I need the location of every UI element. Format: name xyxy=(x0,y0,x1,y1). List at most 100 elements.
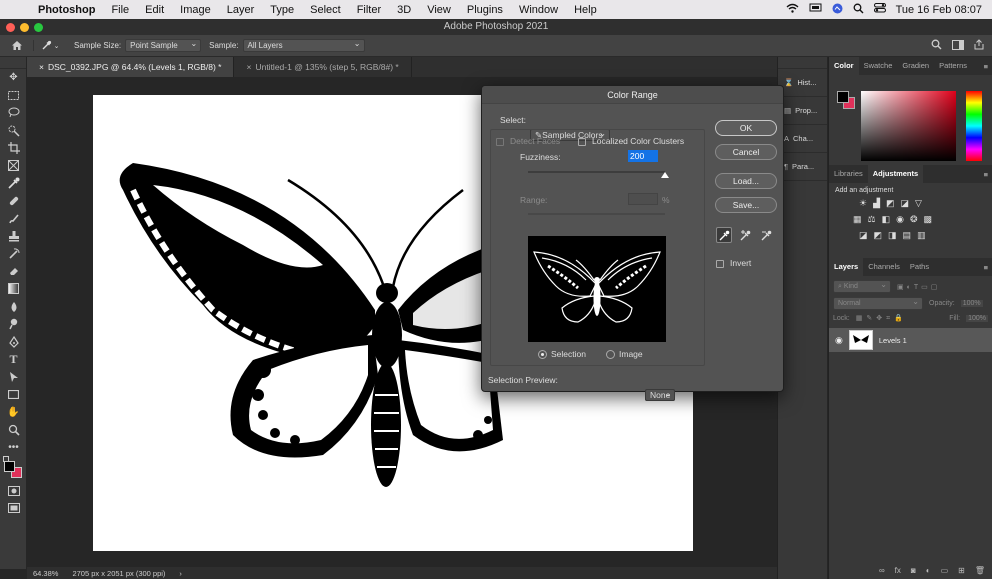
tab-untitled-1[interactable]: × Untitled-1 @ 135% (step 5, RGB/8#) * xyxy=(234,57,412,77)
rectangle-tool-icon[interactable] xyxy=(0,386,27,404)
close-window-icon[interactable] xyxy=(6,23,15,32)
load-button[interactable]: Load... xyxy=(715,173,777,189)
tab-swatches[interactable]: Swatche xyxy=(859,57,898,75)
invert-checkbox[interactable]: Invert xyxy=(716,258,751,268)
visibility-eye-icon[interactable]: ◉ xyxy=(835,335,843,346)
foreground-color-swatch[interactable] xyxy=(4,461,15,473)
move-tool-icon[interactable]: ✥ xyxy=(0,69,27,87)
photo-filter-icon[interactable]: ◉ xyxy=(896,214,904,225)
save-button[interactable]: Save... xyxy=(715,197,777,213)
tab-gradients[interactable]: Gradien xyxy=(897,57,934,75)
layer-filter-kind[interactable]: ⌕ Kind xyxy=(833,279,891,293)
menu-plugins[interactable]: Plugins xyxy=(459,4,511,16)
dock-paragraph[interactable]: ¶ Para... xyxy=(778,153,827,181)
dock-properties[interactable]: ▤ Prop... xyxy=(778,97,827,125)
color-balance-icon[interactable]: ⚖ xyxy=(868,214,876,225)
control-center-icon[interactable] xyxy=(873,3,886,16)
sample-size-select[interactable]: Point Sample xyxy=(125,38,202,52)
search-icon[interactable] xyxy=(931,39,942,52)
menu-help[interactable]: Help xyxy=(566,4,605,16)
tab-color[interactable]: Color xyxy=(829,57,859,75)
layer-name[interactable]: Levels 1 xyxy=(879,336,907,345)
color-field[interactable] xyxy=(861,91,956,161)
share-icon[interactable] xyxy=(974,39,984,52)
levels-icon[interactable]: ▟ xyxy=(873,198,880,209)
dock-character[interactable]: A Cha... xyxy=(778,125,827,153)
tab-close-icon[interactable]: × xyxy=(39,62,44,72)
minimize-window-icon[interactable] xyxy=(20,23,29,32)
selection-preview-select[interactable]: None xyxy=(644,389,676,401)
hue-slider[interactable] xyxy=(966,91,982,161)
tab-libraries[interactable]: Libraries xyxy=(829,165,868,183)
panel-menu-icon[interactable]: ≡ xyxy=(984,263,992,272)
new-layer-icon[interactable]: ⊞ xyxy=(958,566,965,575)
healing-brush-tool-icon[interactable] xyxy=(0,192,27,210)
more-tools-icon[interactable]: ••• xyxy=(0,438,27,456)
curves-icon[interactable]: ◩ xyxy=(886,198,895,209)
color-lookup-icon[interactable]: ▩ xyxy=(924,214,933,225)
path-selection-tool-icon[interactable] xyxy=(0,368,27,386)
sample-select[interactable]: All Layers xyxy=(242,38,365,52)
menu-app-name[interactable]: Photoshop xyxy=(30,4,103,16)
exposure-icon[interactable]: ◪ xyxy=(901,198,910,209)
user-icon[interactable] xyxy=(832,3,843,17)
tab-patterns[interactable]: Patterns xyxy=(934,57,972,75)
zoom-tool-icon[interactable] xyxy=(0,421,27,439)
gradient-map-icon[interactable]: ▤ xyxy=(903,230,912,241)
eyedropper-icon[interactable] xyxy=(716,227,732,243)
workspace-icon[interactable] xyxy=(952,39,964,52)
panel-menu-icon[interactable]: ≡ xyxy=(984,62,992,71)
add-mask-icon[interactable]: ◙ xyxy=(911,566,916,575)
marquee-tool-icon[interactable] xyxy=(0,87,27,105)
blur-tool-icon[interactable] xyxy=(0,298,27,316)
posterize-icon[interactable]: ◩ xyxy=(874,230,883,241)
menu-image[interactable]: Image xyxy=(172,4,219,16)
status-arrow-icon[interactable]: › xyxy=(179,569,182,578)
fx-icon[interactable]: fx xyxy=(895,566,901,575)
eyedropper-minus-icon[interactable] xyxy=(759,227,775,243)
dodge-tool-icon[interactable] xyxy=(0,315,27,333)
fg-color-chip[interactable] xyxy=(837,91,849,103)
tab-adjustments[interactable]: Adjustments xyxy=(867,165,924,183)
filter-icons[interactable]: ▣◐T▭▢ xyxy=(897,283,940,291)
layer-row[interactable]: ◉ Levels 1 xyxy=(829,328,992,352)
eyedropper-tool-preset-icon[interactable]: ⌄ xyxy=(34,40,66,51)
home-icon[interactable] xyxy=(0,40,34,51)
blend-mode-select[interactable]: Normal xyxy=(833,296,923,310)
eyedropper-tool-icon[interactable] xyxy=(0,175,27,193)
menu-view[interactable]: View xyxy=(419,4,459,16)
tab-paths[interactable]: Paths xyxy=(905,258,934,276)
tab-channels[interactable]: Channels xyxy=(863,258,905,276)
tab-dsc-0392[interactable]: × DSC_0392.JPG @ 64.4% (Levels 1, RGB/8) … xyxy=(27,57,235,77)
menu-file[interactable]: File xyxy=(103,4,137,16)
ok-button[interactable]: OK xyxy=(715,120,777,136)
delete-layer-icon[interactable]: 🗑 xyxy=(975,566,985,575)
localized-color-clusters-checkbox[interactable]: Localized Color Clusters xyxy=(578,136,684,146)
lasso-tool-icon[interactable] xyxy=(0,104,27,122)
hand-tool-icon[interactable]: ✋ xyxy=(0,403,27,421)
brush-tool-icon[interactable] xyxy=(0,210,27,228)
eyedropper-plus-icon[interactable] xyxy=(738,227,754,243)
lock-icons[interactable]: ▦✎✥⌗🔒 xyxy=(856,314,907,323)
frame-tool-icon[interactable] xyxy=(0,157,27,175)
opacity-value[interactable]: 100% xyxy=(960,300,983,307)
selective-color-icon[interactable]: ▥ xyxy=(917,230,926,241)
link-layers-icon[interactable]: ∞ xyxy=(879,566,885,575)
menu-window[interactable]: Window xyxy=(511,4,566,16)
zoom-window-icon[interactable] xyxy=(34,23,43,32)
channel-mixer-icon[interactable]: ❂ xyxy=(910,214,918,225)
clone-stamp-tool-icon[interactable] xyxy=(0,227,27,245)
new-group-icon[interactable]: ▭ xyxy=(941,566,949,575)
cancel-button[interactable]: Cancel xyxy=(715,144,777,160)
history-brush-tool-icon[interactable] xyxy=(0,245,27,263)
zoom-level[interactable]: 64.38% xyxy=(33,569,58,578)
tab-close-icon[interactable]: × xyxy=(246,62,251,72)
dock-history[interactable]: ⌛ Hist... xyxy=(778,69,827,97)
menu-3d[interactable]: 3D xyxy=(389,4,419,16)
layer-thumbnail[interactable] xyxy=(848,330,873,350)
quick-selection-tool-icon[interactable] xyxy=(0,122,27,140)
menu-edit[interactable]: Edit xyxy=(137,4,172,16)
menu-select[interactable]: Select xyxy=(302,4,349,16)
brightness-icon[interactable]: ☀ xyxy=(859,198,867,209)
screen-mode-icon[interactable] xyxy=(0,500,27,518)
